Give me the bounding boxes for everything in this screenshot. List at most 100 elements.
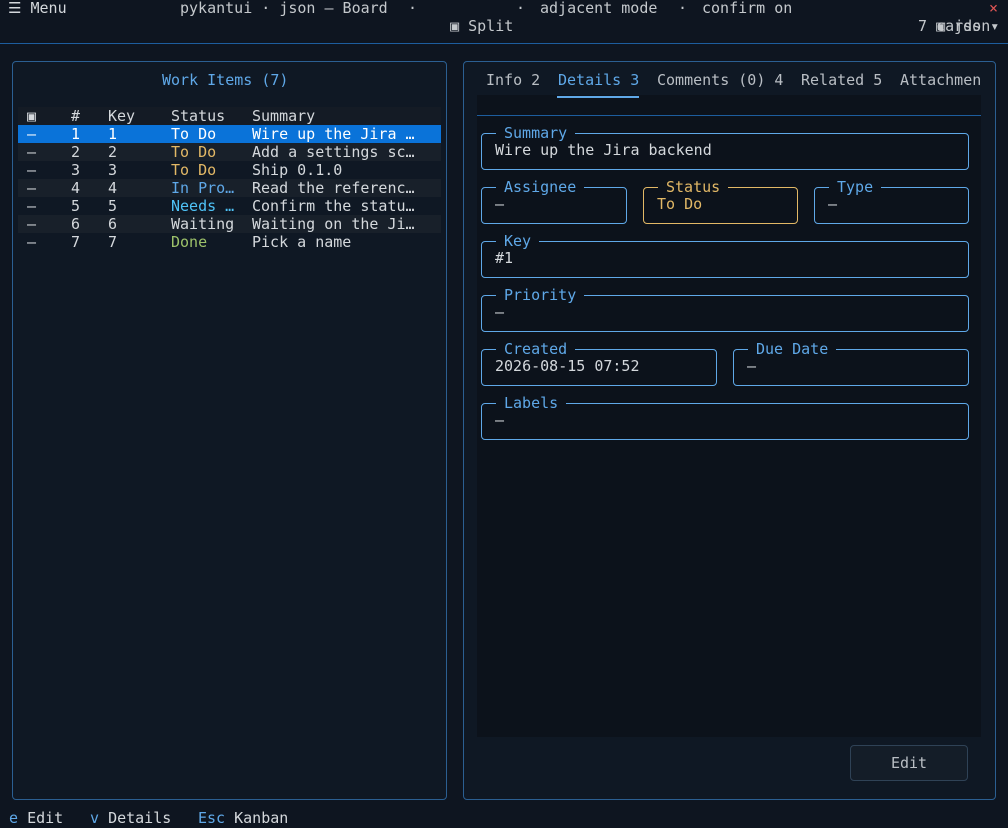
table-row[interactable]: — 7 7 Done Pick a name <box>18 233 441 251</box>
confirm-toggle[interactable]: confirm on <box>702 0 792 17</box>
created-label: Created <box>496 340 576 358</box>
tab-info[interactable]: Info 2 <box>486 71 540 89</box>
row-status: To Do <box>171 125 217 143</box>
column-header-status[interactable]: Status <box>171 107 243 125</box>
menu-button[interactable]: ☰ Menu <box>8 0 67 17</box>
table-row[interactable]: — 5 5 Needs … Confirm the statu… <box>18 197 441 215</box>
tab-comments[interactable]: Comments (0) 4 <box>657 71 783 89</box>
header-divider <box>0 43 1008 44</box>
row-key: 1 <box>108 125 118 143</box>
key-hint: v <box>90 809 100 827</box>
row-key: 2 <box>108 143 118 161</box>
row-number: 2 <box>71 143 81 161</box>
column-header-key[interactable]: Key <box>108 107 158 125</box>
due-date-value: — <box>747 357 757 375</box>
created-value: 2026-08-15 07:52 <box>495 357 640 375</box>
row-marker: — <box>27 233 37 251</box>
row-marker: — <box>27 215 37 233</box>
key-action: Edit <box>27 809 64 827</box>
header-separator: · <box>408 0 418 17</box>
summary-field[interactable]: Summary Wire up the Jira backend <box>481 124 969 170</box>
row-summary: Pick a name <box>252 233 352 251</box>
column-header-summary[interactable]: Summary <box>252 107 441 125</box>
priority-field[interactable]: Priority — <box>481 286 969 332</box>
header-separator: · <box>516 0 526 17</box>
work-items-title: Work Items (7) <box>162 71 289 89</box>
edit-button[interactable]: Edit <box>850 745 968 781</box>
active-tab-indicator <box>557 96 639 98</box>
close-icon[interactable]: × <box>989 0 998 17</box>
split-toggle[interactable]: ▣ Split <box>432 0 513 35</box>
key-label: Key <box>496 232 540 250</box>
created-field[interactable]: Created 2026-08-15 07:52 <box>481 340 717 386</box>
row-key: 7 <box>108 233 118 251</box>
row-key: 4 <box>108 179 118 197</box>
row-number: 7 <box>71 233 81 251</box>
cards-dropdown[interactable]: 7 cards ▾ <box>918 17 999 35</box>
row-summary: Waiting on the Ji… <box>252 215 415 233</box>
row-key: 5 <box>108 197 118 215</box>
footer-binding-edit[interactable]: e Edit <box>9 809 63 827</box>
row-key: 3 <box>108 161 118 179</box>
mode-toggle[interactable]: adjacent mode <box>540 0 657 17</box>
row-status: To Do <box>171 161 217 179</box>
table-row[interactable]: — 6 6 Waiting Waiting on the Ji… <box>18 215 441 233</box>
row-key: 6 <box>108 215 118 233</box>
assignee-value: — <box>495 195 505 213</box>
labels-field[interactable]: Labels — <box>481 394 969 440</box>
row-number: 4 <box>71 179 81 197</box>
row-summary: Ship 0.1.0 <box>252 161 343 179</box>
row-summary: Add a settings sc… <box>252 143 415 161</box>
summary-value: Wire up the Jira backend <box>495 141 712 159</box>
split-icon: ▣ <box>450 17 460 35</box>
priority-label: Priority <box>496 286 585 304</box>
type-field[interactable]: Type — <box>814 178 969 224</box>
table-row[interactable]: — 3 3 To Do Ship 0.1.0 <box>18 161 441 179</box>
assignee-field[interactable]: Assignee — <box>481 178 627 224</box>
tab-divider <box>477 115 981 116</box>
tab-details[interactable]: Details 3 <box>558 71 639 89</box>
column-header-number[interactable]: # <box>71 107 91 125</box>
due-date-field[interactable]: Due Date — <box>733 340 969 386</box>
row-number: 5 <box>71 197 81 215</box>
split-label: Split <box>468 17 514 35</box>
type-label: Type <box>829 178 882 196</box>
row-status: In Pro… <box>171 179 235 197</box>
table-row[interactable]: — 4 4 In Pro… Read the referenc… <box>18 179 441 197</box>
row-status: Needs … <box>171 197 235 215</box>
key-action: Kanban <box>234 809 289 827</box>
footer-binding-kanban[interactable]: Esc Kanban <box>198 809 288 827</box>
key-action: Details <box>108 809 172 827</box>
type-value: — <box>828 195 838 213</box>
row-number: 1 <box>71 125 81 143</box>
row-marker: — <box>27 179 37 197</box>
status-label: Status <box>658 178 729 196</box>
status-value: To Do <box>657 195 703 213</box>
tab-related[interactable]: Related 5 <box>801 71 882 89</box>
row-number: 6 <box>71 215 81 233</box>
tab-attachments[interactable]: Attachmen <box>900 71 981 89</box>
key-field[interactable]: Key #1 <box>481 232 969 278</box>
labels-label: Labels <box>496 394 567 412</box>
status-field[interactable]: Status To Do <box>643 178 798 224</box>
footer-binding-details[interactable]: v Details <box>90 809 171 827</box>
key-hint: e <box>9 809 19 827</box>
key-value: #1 <box>495 249 514 267</box>
row-marker: — <box>27 125 37 143</box>
table-row[interactable]: — 2 2 To Do Add a settings sc… <box>18 143 441 161</box>
row-status: Done <box>171 233 208 251</box>
key-hint: Esc <box>198 809 226 827</box>
app-title: pykantui · json — Board <box>180 0 388 17</box>
assignee-label: Assignee <box>496 178 585 196</box>
table-row[interactable]: — 1 1 To Do Wire up the Jira … <box>18 125 441 143</box>
row-marker: — <box>27 143 37 161</box>
row-number: 3 <box>71 161 81 179</box>
row-summary: Read the referenc… <box>252 179 415 197</box>
row-marker: — <box>27 197 37 215</box>
header-separator: · <box>678 0 688 17</box>
row-summary: Wire up the Jira … <box>252 125 415 143</box>
row-summary: Confirm the statu… <box>252 197 415 215</box>
row-status: To Do <box>171 143 217 161</box>
row-marker: — <box>27 161 37 179</box>
labels-value: — <box>495 411 505 429</box>
